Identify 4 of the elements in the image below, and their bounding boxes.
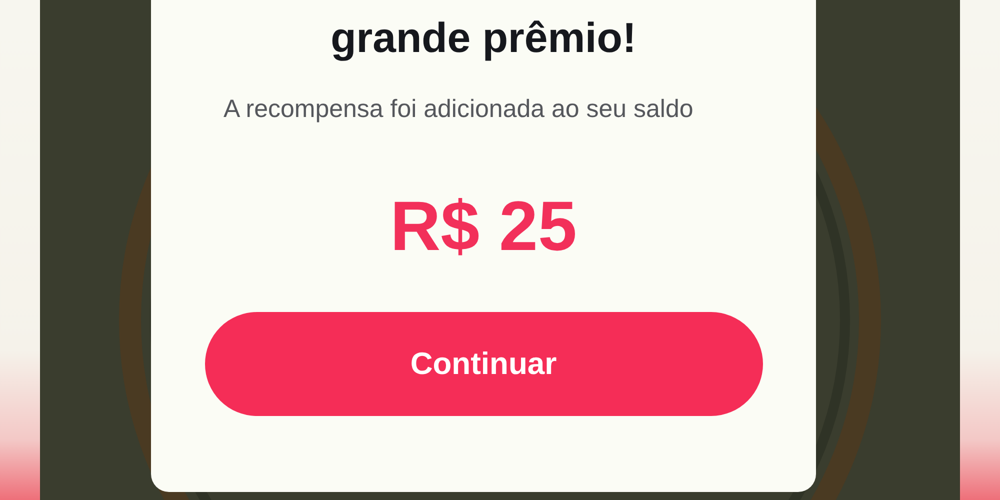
continue-button[interactable]: Continuar bbox=[204, 312, 762, 416]
dialog-title: grande prêmio! bbox=[330, 13, 636, 63]
reward-message: A recompensa foi adicionada ao seu saldo bbox=[224, 94, 694, 125]
prize-amount: R$ 25 bbox=[390, 186, 577, 266]
